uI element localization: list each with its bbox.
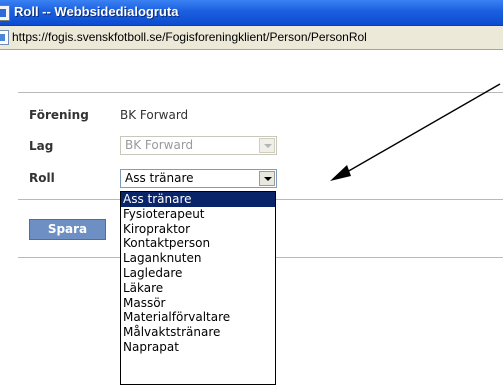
chevron-down-icon (259, 138, 275, 153)
roll-select[interactable]: Ass tränare (120, 169, 277, 188)
title-bar[interactable]: Roll -- Webbsidedialogruta (0, 0, 503, 26)
roll-option-naprapat[interactable]: Naprapat (121, 340, 275, 355)
forening-label: Förening (29, 108, 89, 122)
lag-select: BK Forward (120, 136, 277, 155)
roll-option-kontaktperson[interactable]: Kontaktperson (121, 236, 275, 251)
roll-select-value: Ass tränare (125, 171, 194, 185)
roll-option-massor[interactable]: Massör (121, 296, 275, 311)
roll-option-kiropraktor[interactable]: Kiropraktor (121, 222, 275, 237)
roll-option-materialforvaltare[interactable]: Materialförvaltare (121, 310, 275, 325)
arrow-head-icon (330, 165, 351, 181)
lag-label: Lag (29, 139, 54, 153)
annotation-arrow-line (339, 83, 501, 177)
dialog-window: Roll -- Webbsidedialogruta https://fogis… (0, 0, 503, 385)
roll-option-malvaktstranare[interactable]: Målvaktstränare (121, 325, 275, 340)
window-icon (0, 5, 10, 21)
save-button[interactable]: Spara (29, 219, 106, 240)
roll-option-lakare[interactable]: Läkare (121, 281, 275, 296)
page-icon (0, 30, 9, 45)
lag-select-value: BK Forward (125, 138, 194, 152)
roll-label: Roll (29, 171, 55, 185)
forening-value: BK Forward (120, 108, 189, 122)
chevron-down-icon[interactable] (259, 171, 275, 186)
address-bar: https://fogis.svenskfotboll.se/Fogisfore… (0, 26, 503, 50)
window-title: Roll -- Webbsidedialogruta (14, 4, 179, 19)
roll-option-laganknuten[interactable]: Laganknuten (121, 251, 275, 266)
roll-dropdown-list[interactable]: Ass tränare Fysioterapeut Kiropraktor Ko… (120, 191, 276, 385)
roll-option-fysioterapeut[interactable]: Fysioterapeut (121, 207, 275, 222)
divider-top (18, 92, 503, 93)
url-text: https://fogis.svenskfotboll.se/Fogisfore… (12, 30, 367, 44)
roll-option-lagledare[interactable]: Lagledare (121, 266, 275, 281)
roll-option-ass-tranare[interactable]: Ass tränare (121, 192, 275, 207)
